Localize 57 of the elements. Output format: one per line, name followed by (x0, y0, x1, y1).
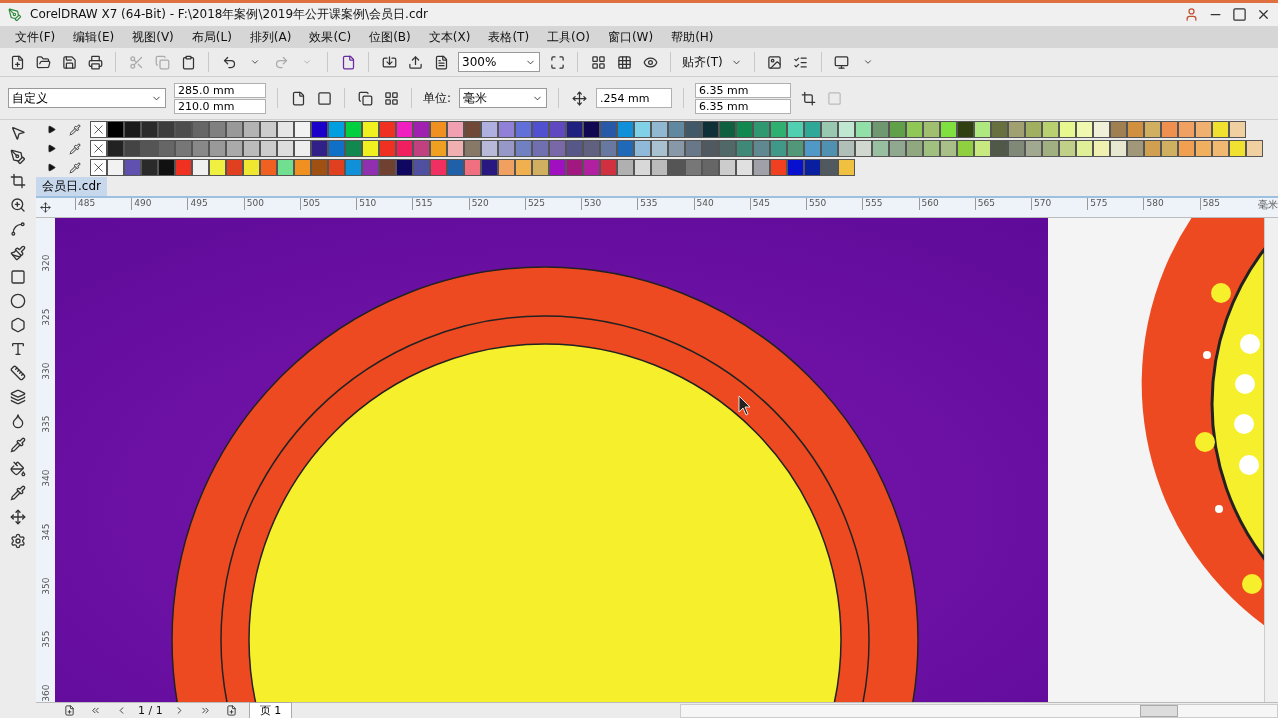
ruler-label: 345 (40, 522, 51, 541)
ruler-label: 510 (356, 198, 413, 210)
ruler-label: 340 (40, 468, 51, 487)
ruler-label: 505 (299, 198, 357, 210)
page-size-dropdown[interactable]: 自定义 (8, 88, 166, 108)
height-field[interactable]: 210.0 mm (174, 98, 266, 114)
document-tab[interactable]: 会员日.cdr (36, 177, 107, 196)
menu-item[interactable]: 布局(L) (182, 28, 241, 46)
page-count: 1 / 1 (138, 704, 163, 717)
ruler-label: 525 (524, 198, 582, 210)
ruler-label: 550 (806, 198, 863, 210)
ruler-unit: 毫米 (1256, 198, 1278, 212)
ruler-label: 580 (1143, 198, 1200, 210)
unit-label: 单位: (423, 89, 452, 107)
ruler-label: 355 (40, 630, 51, 649)
menu-item[interactable]: 表格(T) (479, 28, 539, 46)
ruler-label: 540 (693, 198, 750, 210)
menu-item[interactable]: 位图(B) (360, 28, 420, 46)
ruler-label: 555 (862, 198, 919, 210)
menu-item[interactable]: 排列(A) (240, 28, 301, 46)
page-tab[interactable]: 页 1 (248, 702, 293, 718)
menu-item[interactable]: 工具(O) (538, 28, 599, 46)
duplicate-x-field[interactable]: 6.35 mm (695, 82, 792, 98)
ruler-label: 560 (918, 198, 975, 210)
menu-item[interactable]: 帮助(H) (662, 28, 723, 46)
window-title: CorelDRAW X7 (64-Bit) - F:\2018年案例\2019年公开课案例\会员日.cdr (30, 6, 430, 23)
menu-item[interactable]: 效果(C) (300, 28, 361, 46)
ruler-label: 500 (243, 198, 300, 210)
menu-item[interactable]: 视图(V) (123, 28, 183, 46)
ruler-label: 585 (1199, 198, 1256, 210)
ruler-label: 490 (131, 198, 188, 210)
ruler-label: 565 (974, 198, 1031, 210)
ruler-label: 325 (40, 307, 51, 326)
menu-item[interactable]: 文本(X) (419, 28, 480, 46)
ruler-label: 350 (40, 576, 51, 595)
ruler-label: 485 (75, 198, 132, 210)
unit-dropdown[interactable]: 毫米 (459, 88, 548, 108)
ruler-label: 360 (40, 683, 51, 703)
zoom-dropdown[interactable]: 300% (458, 52, 540, 72)
width-field[interactable]: 285.0 mm (174, 82, 266, 98)
ruler-label: 570 (1031, 198, 1088, 210)
menu-item[interactable]: 文件(F) (6, 28, 65, 46)
nudge-field[interactable]: .254 mm (596, 88, 673, 108)
ruler-label: 520 (468, 198, 525, 210)
ruler-label: 535 (637, 198, 694, 210)
ruler-label: 320 (40, 253, 51, 272)
menu-item[interactable]: 编辑(E) (64, 28, 124, 46)
menu-item[interactable]: 窗口(W) (598, 28, 663, 46)
ruler-label: 515 (412, 198, 469, 210)
ruler-label: 335 (40, 414, 51, 434)
ruler-label: 530 (581, 198, 638, 210)
ruler-label: 575 (1087, 198, 1144, 210)
ruler-label: 495 (187, 198, 244, 210)
snap-dropdown[interactable]: 贴齐(T) (682, 53, 723, 71)
ruler-label: 545 (749, 198, 807, 210)
duplicate-y-field[interactable]: 6.35 mm (695, 98, 792, 114)
ruler-label: 330 (40, 361, 51, 380)
